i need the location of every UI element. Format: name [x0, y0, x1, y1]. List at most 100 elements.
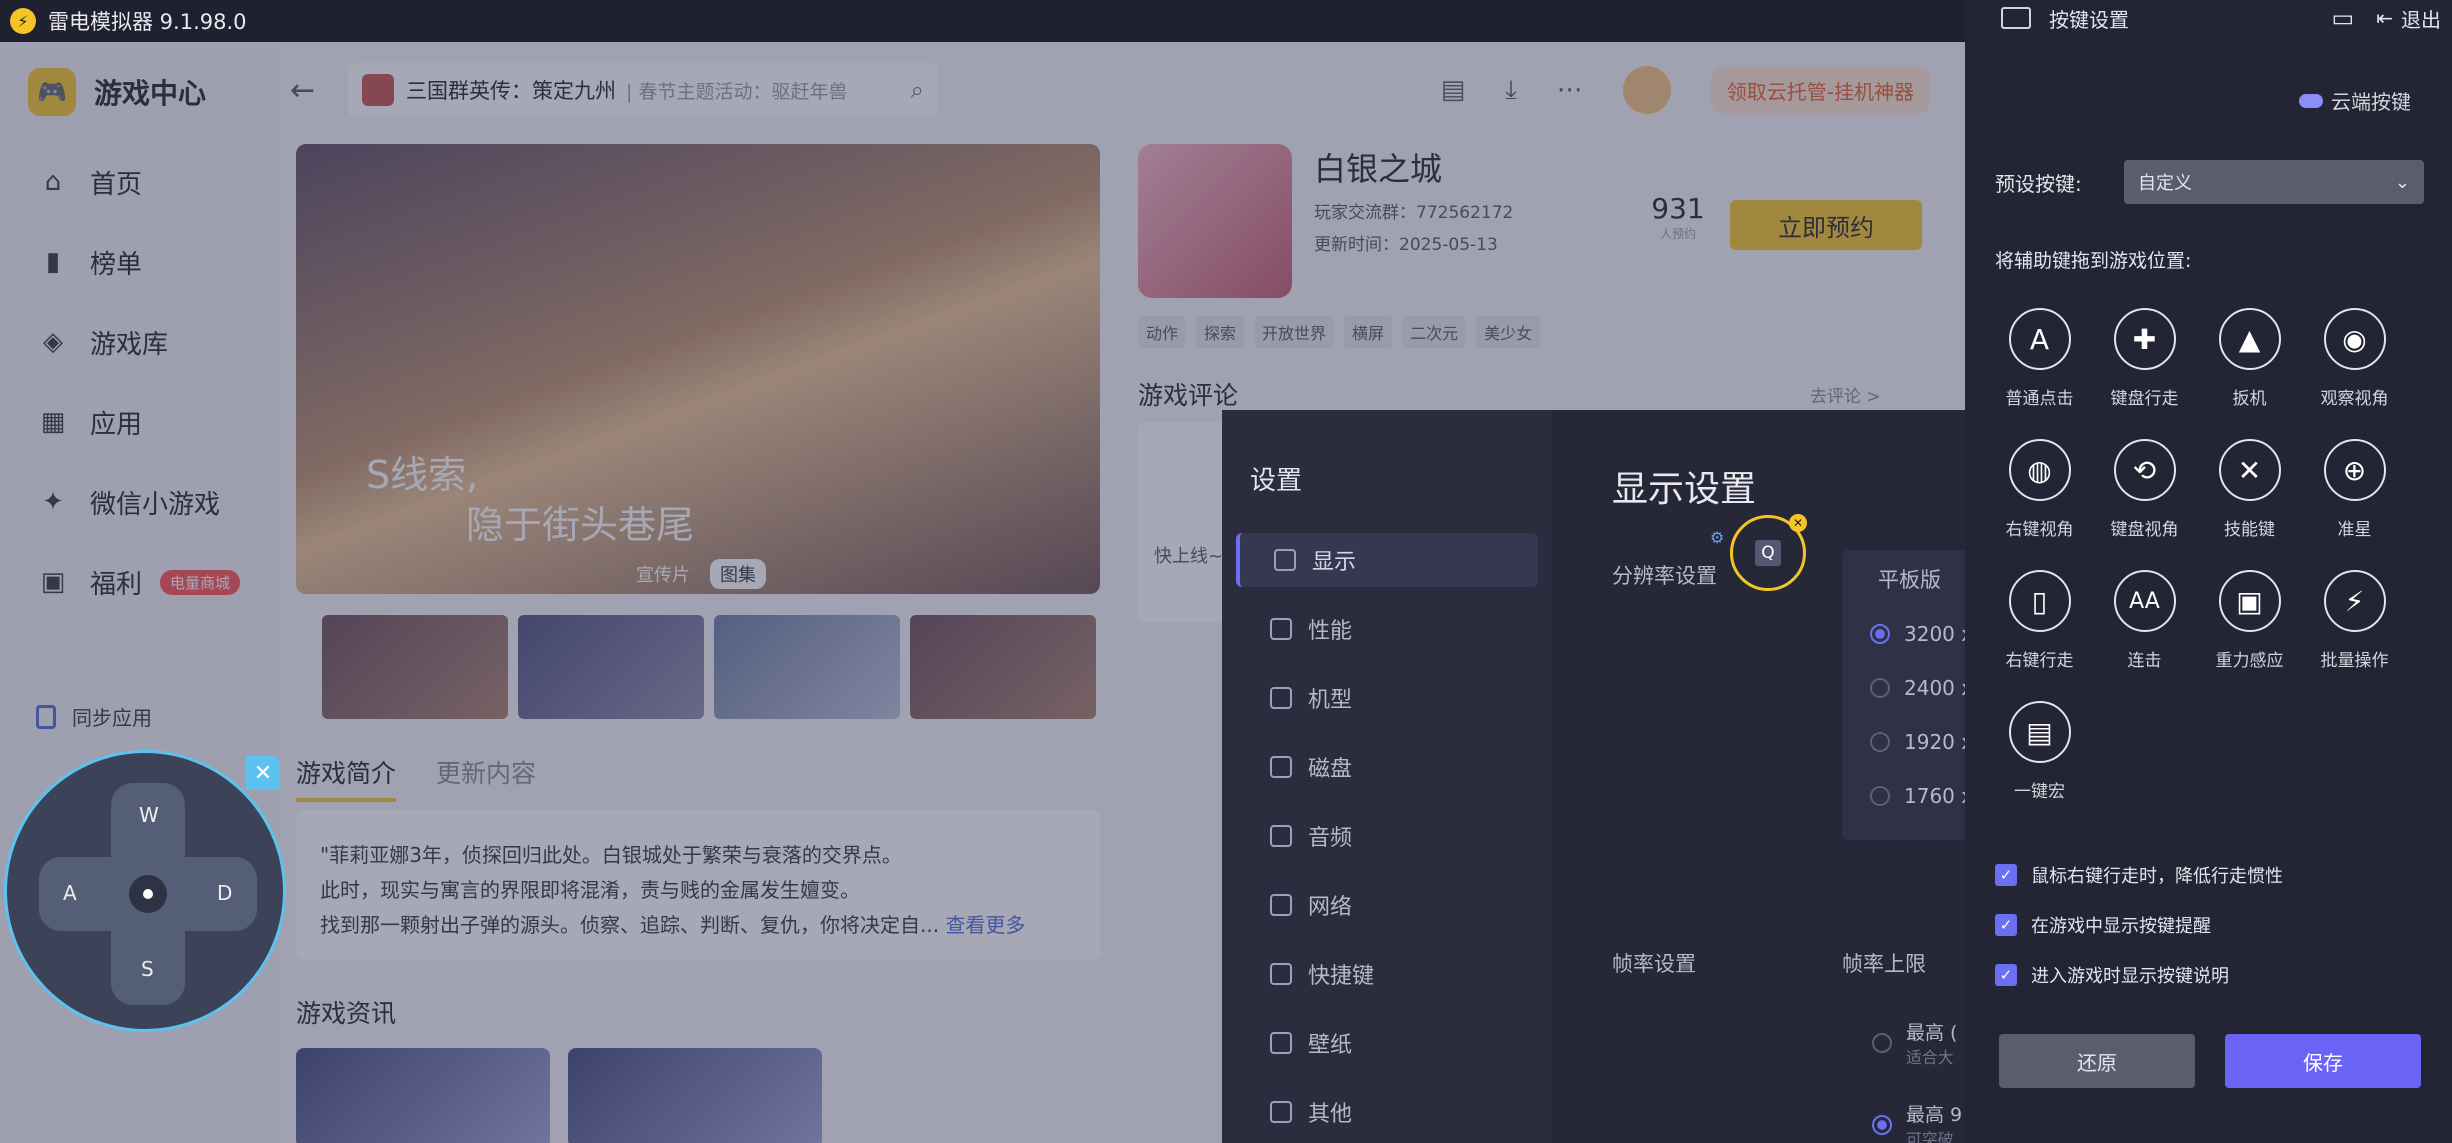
- settings-nav-display[interactable]: 显示: [1236, 533, 1538, 587]
- news-card[interactable]: [568, 1048, 822, 1143]
- folder-icon[interactable]: ▭: [2332, 4, 2355, 32]
- cloud-keys-button[interactable]: 云端按键: [2299, 86, 2411, 115]
- tab-video[interactable]: 宣传片: [626, 559, 700, 589]
- options-checkboxes: ✓ 鼠标右键行走时，降低行走惯性 ✓ 在游戏中显示按键提醒 ✓ 进入游戏时显示按键说明: [1995, 862, 2283, 1012]
- sync-apps-link[interactable]: 同步应用: [36, 702, 152, 731]
- tag[interactable]: 探索: [1196, 316, 1245, 348]
- avatar[interactable]: [1622, 66, 1671, 114]
- radio[interactable]: [1870, 786, 1890, 806]
- tag[interactable]: 横屏: [1344, 316, 1393, 348]
- monitor-icon: [1274, 549, 1296, 571]
- key-tile-tap[interactable]: A 普通点击: [1987, 308, 2092, 409]
- settings-nav-network[interactable]: 网络: [1236, 878, 1538, 932]
- resolution-option[interactable]: 1920 x: [1870, 730, 1965, 754]
- key-tile-batch[interactable]: ⚡ 批量操作: [2302, 570, 2407, 671]
- tag[interactable]: 动作: [1138, 316, 1187, 348]
- skill-key-marker[interactable]: Q ✕: [1730, 514, 1807, 591]
- fps-option[interactable]: 最高 9 可突破: [1872, 1100, 1962, 1143]
- fps-option[interactable]: 最高 (适合大: [1872, 1018, 1957, 1068]
- reserve-button[interactable]: 立即预约: [1730, 200, 1922, 250]
- skill-icon: ✕: [2218, 439, 2281, 501]
- marker-settings-gear-icon[interactable]: ⚙: [1710, 528, 1724, 547]
- dpad-icon: ✚: [2113, 308, 2176, 370]
- settings-nav-shortcuts[interactable]: 快捷键: [1236, 947, 1538, 1001]
- checkbox-reduce-inertia[interactable]: ✓ 鼠标右键行走时，降低行走惯性: [1995, 862, 2283, 888]
- player-group[interactable]: 玩家交流群：772562172: [1314, 198, 1513, 223]
- thumbnail[interactable]: [322, 615, 508, 719]
- save-button[interactable]: 保存: [2225, 1034, 2421, 1088]
- tab-update[interactable]: 更新内容: [436, 754, 536, 802]
- checkmark-icon[interactable]: ✓: [1995, 964, 2017, 986]
- resolution-option-label: 1920 x: [1904, 730, 1965, 754]
- radio[interactable]: [1872, 1033, 1892, 1053]
- display-settings-title: 显示设置: [1612, 469, 1757, 510]
- tag[interactable]: 开放世界: [1254, 316, 1335, 348]
- exit-button[interactable]: ⇤ 退出: [2376, 4, 2441, 33]
- write-review-link[interactable]: 去评论 >: [1810, 382, 1881, 407]
- key-palette: A 普通点击 ✚ 键盘行走 ▲ 扳机 ◉ 观察视角 ◍ 右键视角 ⟲ 键盘视角 ✕ 技能键 ⊕…: [1987, 308, 2427, 802]
- sidebar-item-wechat-games[interactable]: ✦ 微信小游戏: [0, 462, 280, 542]
- tab-tablet[interactable]: 平板版: [1878, 564, 1941, 594]
- settings-nav-audio[interactable]: 音频: [1236, 809, 1538, 863]
- thumbnail[interactable]: [714, 615, 900, 719]
- tab-intro[interactable]: 游戏简介: [296, 754, 397, 802]
- back-arrow-icon[interactable]: ←: [290, 73, 330, 108]
- thumbnail[interactable]: [910, 615, 1096, 719]
- checkbox-show-key-hints[interactable]: ✓ 在游戏中显示按键提醒: [1995, 912, 2283, 938]
- key-tile-observe-view[interactable]: ◉ 观察视角: [2302, 308, 2407, 409]
- radio[interactable]: [1870, 678, 1890, 698]
- sidebar-item-apps[interactable]: ▦ 应用: [0, 382, 280, 462]
- tag[interactable]: 二次元: [1402, 316, 1467, 348]
- reset-button[interactable]: 还原: [1999, 1034, 2195, 1088]
- sidebar-item-welfare[interactable]: ▣ 福利 电量商城: [0, 542, 280, 622]
- settings-nav-disk[interactable]: 磁盘: [1236, 740, 1538, 794]
- resolution-option[interactable]: 3200 x: [1870, 622, 1965, 646]
- sidebar-item-ranking[interactable]: ▮ 榜单: [0, 222, 280, 302]
- key-tile-mouse-view[interactable]: ◍ 右键视角: [1987, 439, 2092, 540]
- sidebar-item-home[interactable]: ⌂ 首页: [0, 142, 280, 222]
- key-tile-crosshair[interactable]: ⊕ 准星: [2302, 439, 2407, 540]
- keyboard-dpad-overlay[interactable]: W A D S: [4, 750, 286, 1032]
- tag[interactable]: 美少女: [1476, 316, 1541, 348]
- hero-banner[interactable]: S线索, 隐于街头巷尾 宣传片 图集: [296, 144, 1100, 594]
- intro-line-text: 找到那一颗射出子弹的源头。侦察、追踪、判断、复仇，你将决定自...: [320, 913, 940, 937]
- cloud-hosting-promo-button[interactable]: 领取云托管-挂机神器: [1710, 67, 1930, 113]
- settings-nav-other[interactable]: 其他: [1236, 1085, 1538, 1139]
- settings-nav-wallpaper[interactable]: 壁纸: [1236, 1016, 1538, 1070]
- key-tile-trigger[interactable]: ▲ 扳机: [2197, 308, 2302, 409]
- settings-nav-performance[interactable]: 性能: [1236, 602, 1538, 656]
- key-tile-keyboard-view[interactable]: ⟲ 键盘视角: [2092, 439, 2197, 540]
- game-tags: 动作 探索 开放世界 横屏 二次元 美少女: [1138, 316, 1541, 348]
- key-tile-label: 连击: [2127, 651, 2162, 671]
- calendar-icon[interactable]: ▤: [1441, 75, 1466, 105]
- dpad-center-handle[interactable]: [129, 875, 167, 913]
- see-more-link[interactable]: 查看更多: [945, 913, 1025, 937]
- key-tile-keyboard-walk[interactable]: ✚ 键盘行走: [2092, 308, 2197, 409]
- download-icon[interactable]: ⤓: [1505, 75, 1517, 106]
- preset-select[interactable]: 自定义 ⌄: [2124, 160, 2424, 204]
- radio[interactable]: [1870, 732, 1890, 752]
- fps-option-label: 最高 9: [1906, 1104, 1963, 1126]
- checkmark-icon[interactable]: ✓: [1995, 914, 2017, 936]
- more-icon[interactable]: ⋯: [1557, 75, 1583, 105]
- news-card[interactable]: [296, 1048, 550, 1143]
- checkmark-icon[interactable]: ✓: [1995, 864, 2017, 886]
- marker-close-icon[interactable]: ✕: [1789, 514, 1807, 532]
- thumbnail[interactable]: [518, 615, 704, 719]
- resolution-option[interactable]: 1760 x: [1870, 784, 1965, 808]
- checkbox-show-key-guide[interactable]: ✓ 进入游戏时显示按键说明: [1995, 962, 2283, 988]
- sidebar-item-library[interactable]: ◈ 游戏库: [0, 302, 280, 382]
- radio-selected[interactable]: [1870, 624, 1890, 644]
- key-tile-gravity[interactable]: ▣ 重力感应: [2197, 570, 2302, 671]
- key-tile-skill[interactable]: ✕ 技能键: [2197, 439, 2302, 540]
- tab-gallery[interactable]: 图集: [710, 559, 766, 589]
- key-tile-mouse-walk[interactable]: ▯ 右键行走: [1987, 570, 2092, 671]
- radio-selected[interactable]: [1872, 1115, 1892, 1135]
- settings-nav-model[interactable]: 机型: [1236, 671, 1538, 725]
- dpad-close-icon[interactable]: ✕: [246, 756, 280, 790]
- resolution-option[interactable]: 2400 x: [1870, 676, 1965, 700]
- key-tile-combo[interactable]: AA 连击: [2092, 570, 2197, 671]
- key-tile-macro[interactable]: ▤ 一键宏: [1987, 701, 2092, 802]
- search-icon[interactable]: ⌕: [911, 76, 924, 104]
- search-input[interactable]: 三国群英传：策定九州 | 春节主题活动：驱赶年兽 ⌕: [348, 63, 938, 117]
